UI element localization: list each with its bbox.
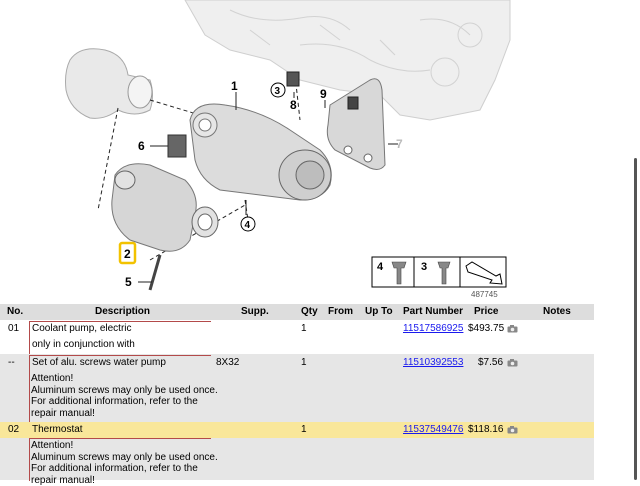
row-note: Attention! Aluminum screws may only be u… (31, 373, 218, 419)
row-price: $7.56 (478, 357, 504, 368)
callout-8[interactable]: 8 (290, 98, 297, 112)
callout-9[interactable]: 9 (320, 87, 327, 101)
row-qty: 1 (301, 323, 307, 334)
callout-7[interactable]: 7 (396, 137, 403, 151)
col-price: Price (474, 306, 499, 317)
bracket-illustration (326, 78, 386, 170)
table-row[interactable]: 01 Coolant pump, electric only in conjun… (0, 320, 594, 355)
camera-icon[interactable] (507, 325, 518, 333)
col-part-number: Part Number (403, 306, 464, 317)
row-qty: 1 (301, 424, 307, 435)
part-number-link[interactable]: 11537549476 (403, 424, 463, 436)
table-header: No. Description Supp. Qty From Up To Par… (0, 304, 594, 320)
col-up-to: Up To (365, 306, 393, 317)
svg-text:3: 3 (421, 261, 427, 273)
image-number: 487745 (471, 290, 498, 299)
row-no: 01 (8, 323, 20, 334)
row-qty: 1 (301, 357, 307, 368)
svg-text:3: 3 (275, 86, 281, 97)
row-price: $493.75 (468, 323, 505, 334)
table-row-note: Attention! Aluminum screws may only be u… (0, 438, 594, 486)
callout-4[interactable]: 4 (240, 216, 256, 232)
camera-icon[interactable] (507, 359, 518, 367)
col-no: No. (7, 306, 24, 317)
part-number-link[interactable]: 11510392553 (403, 357, 463, 369)
col-supp: Supp. (241, 306, 269, 317)
row-description: Coolant pump, electric (32, 323, 132, 334)
row-no: -- (8, 357, 15, 368)
callout-6[interactable]: 6 (138, 139, 145, 153)
table-row-highlighted[interactable]: 02 Thermostat 1 11537549476 $118.16 (0, 422, 594, 438)
table-row[interactable]: -- Set of alu. screws water pump 8X32 At… (0, 354, 594, 423)
svg-text:4: 4 (245, 220, 251, 231)
part-number-link[interactable]: 11517586925 (403, 323, 463, 335)
callout-2-highlighted[interactable]: 2 (118, 241, 137, 265)
thermostat-illustration (111, 163, 219, 252)
callout-1[interactable]: 1 (231, 79, 238, 93)
row-description: Thermostat (32, 424, 83, 435)
row-price: $118.16 (468, 424, 504, 435)
svg-text:2: 2 (124, 247, 131, 261)
fastener-legend: 4 3 (371, 256, 507, 288)
callout-5[interactable]: 5 (125, 275, 132, 289)
coolant-pump-illustration (189, 103, 332, 201)
row-supp: 8X32 (216, 357, 240, 368)
row-no: 02 (8, 424, 20, 435)
callout-3[interactable]: 3 (270, 82, 286, 98)
camera-icon[interactable] (507, 426, 518, 434)
col-notes: Notes (543, 306, 571, 317)
parts-diagram: 1 6 5 8 9 7 3 4 2 4 3 487745 (65, 0, 511, 299)
vertical-scrollbar[interactable] (634, 158, 637, 480)
col-from: From (328, 306, 353, 317)
row-note: Attention! Aluminum screws may only be u… (31, 440, 218, 486)
col-description: Description (95, 306, 151, 317)
row-description: Set of alu. screws water pump (32, 357, 166, 368)
svg-text:4: 4 (377, 261, 384, 273)
col-qty: Qty (301, 306, 318, 317)
row-note: only in conjunction with (32, 339, 135, 350)
